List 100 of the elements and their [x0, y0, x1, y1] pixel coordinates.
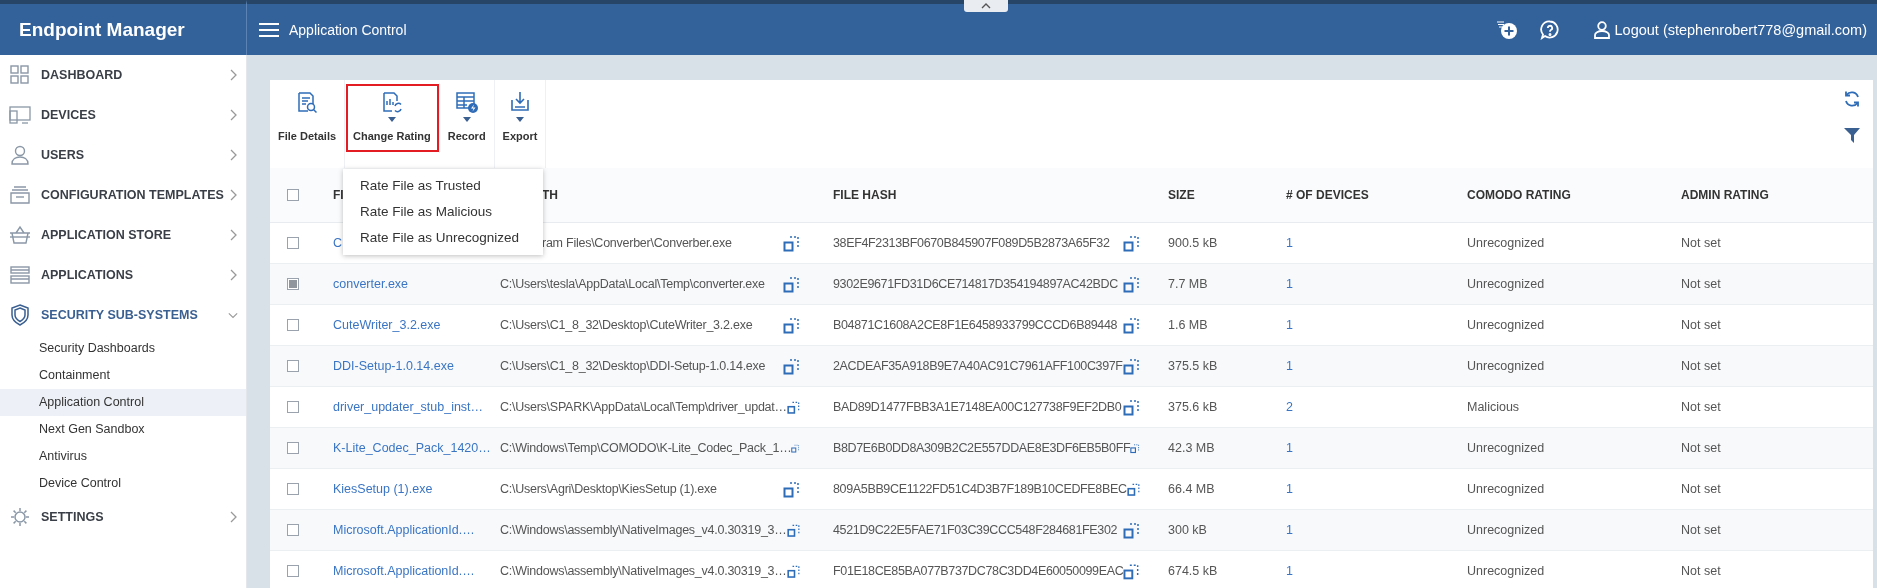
row-checkbox[interactable]	[286, 278, 299, 290]
copy-icon[interactable]	[783, 316, 800, 334]
file-name-link[interactable]: converter.exe	[333, 277, 409, 291]
sidebar-subitem[interactable]: Antivirus	[0, 443, 246, 470]
sidebar-subitem[interactable]: Next Gen Sandbox	[0, 416, 246, 443]
row-checkbox[interactable]	[286, 483, 299, 495]
sidebar-subitem[interactable]: Device Control	[0, 470, 246, 497]
sidebar-item[interactable]: CONFIGURATION TEMPLATES	[0, 175, 246, 215]
add-list-icon[interactable]	[1495, 19, 1518, 40]
row-checkbox[interactable]	[286, 360, 299, 372]
sidebar-item[interactable]: DEVICES	[0, 95, 246, 135]
file-name-link[interactable]: C	[333, 236, 343, 250]
comodo-rating: Unrecognized	[1467, 277, 1545, 291]
comodo-rating: Malicious	[1467, 400, 1520, 414]
file-size: 1.6 MB	[1168, 318, 1208, 332]
copy-icon[interactable]	[783, 234, 800, 252]
device-count-link[interactable]: 2	[1286, 400, 1293, 414]
column-header[interactable]: COMODO RATING	[1467, 188, 1571, 202]
sidebar-subitem[interactable]: Application Control	[0, 389, 246, 416]
file-name-link[interactable]: KiesSetup (1).exe	[333, 482, 433, 496]
row-checkbox[interactable]	[286, 565, 299, 577]
column-header[interactable]: FI	[333, 188, 344, 202]
column-header[interactable]: SIZE	[1168, 188, 1195, 202]
column-header[interactable]: FILE HASH	[833, 188, 897, 202]
dashboard-grid-icon	[10, 65, 30, 85]
sidebar-subitem[interactable]: Containment	[0, 362, 246, 389]
sidebar-item[interactable]: SECURITY SUB-SYSTEMS	[0, 295, 246, 335]
column-header[interactable]: # OF DEVICES	[1286, 188, 1369, 202]
sidebar-item[interactable]: APPLICATION STORE	[0, 215, 246, 255]
user-icon	[10, 145, 30, 165]
copy-icon[interactable]	[1123, 234, 1140, 252]
file-name-link[interactable]: DDI-Setup-1.0.14.exe	[333, 359, 454, 373]
device-count-link[interactable]: 1	[1286, 482, 1293, 496]
copy-icon[interactable]	[1123, 275, 1140, 293]
copy-icon[interactable]	[783, 357, 800, 375]
copy-icon[interactable]	[1123, 562, 1140, 580]
file-size: 7.7 MB	[1168, 277, 1208, 291]
sidebar-item[interactable]: APPLICATIONS	[0, 255, 246, 295]
row-checkbox[interactable]	[286, 401, 299, 413]
file-size: 900.5 kB	[1168, 236, 1218, 250]
file-name-link[interactable]: CuteWriter_3.2.exe	[333, 318, 441, 332]
file-path: C:\Users\C1_8_32\Desktop\DDI-Setup-1.0.14.exe	[500, 359, 766, 373]
filter-icon[interactable]	[1843, 126, 1861, 144]
basket-icon	[9, 225, 31, 245]
copy-icon[interactable]	[1123, 316, 1140, 334]
file-name-link[interactable]: Microsoft.ApplicationId.…	[333, 564, 475, 578]
file-size: 375.5 kB	[1168, 359, 1218, 373]
select-all-checkbox[interactable]	[286, 189, 299, 201]
device-count-link[interactable]: 1	[1286, 359, 1293, 373]
column-header[interactable]: ADMIN RATING	[1681, 188, 1769, 202]
row-checkbox[interactable]	[286, 319, 299, 331]
file-hash: 38EF4F2313BF0670B845907F089D5B2873A65F32	[833, 236, 1110, 250]
copy-icon[interactable]	[783, 480, 800, 498]
device-count-link[interactable]: 1	[1286, 277, 1293, 291]
app-title: Endpoint Manager	[19, 18, 185, 41]
file-name-link[interactable]: Microsoft.ApplicationId.…	[333, 523, 475, 537]
copy-icon[interactable]	[783, 275, 800, 293]
file-path: C:\Windows\assembly\NativeImages_v4.0.30319_3…	[500, 564, 787, 578]
toolbar-button[interactable]: Change Rating	[345, 83, 440, 153]
file-size: 300 kB	[1168, 523, 1207, 537]
menu-icon[interactable]	[259, 22, 279, 37]
file-hash: BAD89D1477FBB3A1E7148EA00C127738F9EF2DB0	[833, 400, 1122, 414]
download-tray-icon	[509, 90, 532, 114]
file-path: C:\Users\tesla\AppData\Local\Temp\converter.exe	[500, 277, 765, 291]
refresh-icon[interactable]	[1843, 90, 1861, 108]
server-stack-icon	[10, 265, 30, 285]
device-count-link[interactable]: 1	[1286, 318, 1293, 332]
comodo-rating: Unrecognized	[1467, 482, 1545, 496]
sidebar-item[interactable]: DASHBOARD	[0, 55, 246, 95]
menu-item[interactable]: Rate File as Malicious	[343, 199, 543, 225]
comodo-rating: Unrecognized	[1467, 359, 1545, 373]
menu-item[interactable]: Rate File as Trusted	[343, 173, 543, 199]
row-checkbox[interactable]	[286, 442, 299, 454]
file-size: 66.4 MB	[1168, 482, 1215, 496]
admin-rating: Not set	[1681, 523, 1721, 537]
logout-button[interactable]: Logout (stephenrobert778@gmail.com)	[1593, 20, 1867, 39]
menu-item[interactable]: Rate File as Unrecognized	[343, 225, 543, 251]
file-name-link[interactable]: K-Lite_Codec_Pack_1420…	[333, 441, 491, 455]
device-count-link[interactable]: 1	[1286, 441, 1293, 455]
comodo-rating: Unrecognized	[1467, 441, 1545, 455]
device-count-link[interactable]: 1	[1286, 236, 1293, 250]
copy-icon[interactable]	[1123, 357, 1140, 375]
row-checkbox[interactable]	[286, 524, 299, 536]
chevron-up-icon	[981, 3, 991, 9]
device-count-link[interactable]: 1	[1286, 523, 1293, 537]
sidebar-subitem[interactable]: Security Dashboards	[0, 335, 246, 362]
admin-rating: Not set	[1681, 236, 1721, 250]
row-checkbox[interactable]	[286, 237, 299, 249]
file-hash: B8D7E6B0DD8A309B2C2E557DDAE8E3DF6EB5B0FF	[833, 441, 1131, 455]
sidebar-item[interactable]: SETTINGS	[0, 497, 246, 537]
help-icon[interactable]	[1539, 19, 1560, 40]
copy-icon[interactable]	[1123, 521, 1140, 539]
device-count-link[interactable]: 1	[1286, 564, 1293, 578]
column-header[interactable]: TH	[542, 188, 558, 202]
sidebar-item[interactable]: USERS	[0, 135, 246, 175]
gear-icon	[10, 507, 30, 527]
copy-icon[interactable]	[1123, 398, 1140, 416]
file-name-link[interactable]: driver_updater_stub_inst…	[333, 400, 484, 414]
user-icon	[1593, 20, 1610, 39]
comodo-rating: Unrecognized	[1467, 318, 1545, 332]
